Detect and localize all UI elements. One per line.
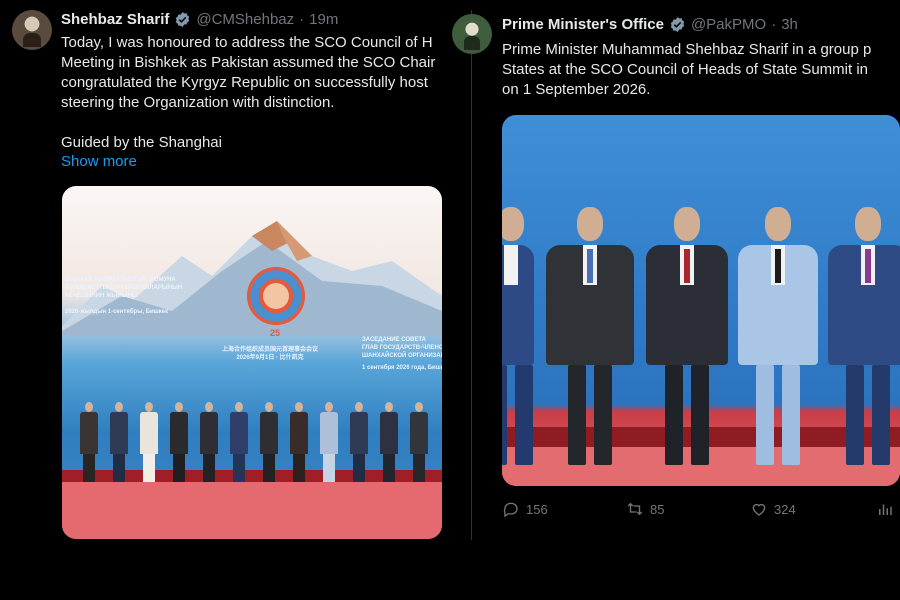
repost-icon: [627, 502, 643, 516]
sco-emblem: [246, 266, 306, 326]
column-divider: [471, 10, 472, 540]
handle[interactable]: @CMShehbaz: [196, 11, 294, 28]
delegate-figure: [828, 207, 900, 469]
red-carpet: [62, 482, 442, 539]
delegate-figure: [168, 402, 190, 486]
repost-count: 85: [650, 501, 665, 517]
tweet-text-line: on 1 September 2026.: [502, 81, 651, 98]
display-name[interactable]: Shehbaz Sharif: [61, 11, 169, 28]
tweet-text-line: Prime Minister Muhammad Shehbaz Sharif i…: [502, 41, 872, 58]
tweet-text: Prime Minister Muhammad Shehbaz Sharif i…: [502, 40, 871, 100]
delegate-figure: [646, 207, 728, 469]
banner-text-center: 上海合作组织成员国元首理事会会议 2026年9月1日 · 比什凯克: [222, 347, 319, 361]
banner-text-right: ЗАСЕДАНИЕ СОВЕТА ГЛАВ ГОСУДАРСТВ-ЧЛЕНОВ …: [362, 337, 442, 371]
separator-dot: ·: [771, 16, 777, 33]
reply-count: 156: [526, 501, 548, 517]
verified-badge-icon: [669, 16, 686, 33]
delegate-figure: [408, 402, 430, 486]
like-button[interactable]: 324: [750, 500, 796, 518]
show-more-link[interactable]: Show more: [61, 153, 137, 170]
tweet-photo[interactable]: [502, 115, 900, 486]
delegate-figure: [502, 207, 534, 469]
delegate-figure: [378, 402, 400, 486]
delegate-figure: [546, 207, 634, 469]
tweet-text-line: Guided by the Shanghai: [61, 134, 222, 151]
display-name[interactable]: Prime Minister's Office: [502, 16, 664, 33]
tweet-header: Shehbaz Sharif @CMShehbaz · 19m: [61, 11, 338, 28]
tweet-actions: 156 85 324: [502, 500, 900, 522]
separator-dot: ·: [299, 11, 305, 28]
like-count: 324: [774, 501, 796, 517]
delegate-figure: [108, 402, 130, 486]
tweet-text-line: Meeting in Bishkek as Pakistan assumed t…: [61, 54, 436, 71]
tweet-photo[interactable]: 25 ШАНХАЙ КЫЗМАТТАШТЫК УЮМУНА МАМЛЕКЕТТЕ…: [62, 186, 442, 539]
reply-icon: [503, 502, 518, 518]
tweet-text: Today, I was honoured to address the SCO…: [61, 33, 435, 153]
timestamp[interactable]: 3h: [781, 16, 798, 33]
emblem-number: 25: [270, 328, 281, 338]
delegate-figure: [318, 402, 340, 486]
tweet-text-line: congratulated the Kyrgyz Republic on suc…: [61, 74, 428, 91]
views-button[interactable]: [876, 500, 894, 518]
delegate-figure: [258, 402, 280, 486]
tweet-text-line: Today, I was honoured to address the SCO…: [61, 34, 433, 51]
delegate-figure: [738, 207, 818, 469]
repost-button[interactable]: 85: [626, 500, 664, 518]
delegate-figure: [198, 402, 220, 486]
delegate-figure: [138, 402, 160, 486]
verified-badge-icon: [174, 11, 191, 28]
heart-icon: [752, 503, 766, 516]
reply-button[interactable]: 156: [502, 500, 548, 518]
handle[interactable]: @PakPMO: [691, 16, 766, 33]
timestamp[interactable]: 19m: [309, 11, 338, 28]
banner-text-left: ШАНХАЙ КЫЗМАТТАШТЫК УЮМУНА МАМЛЕКЕТТЕРДИ…: [65, 277, 183, 315]
avatar[interactable]: [12, 10, 52, 50]
delegate-figure: [348, 402, 370, 486]
tweet-header: Prime Minister's Office @PakPMO · 3h: [502, 16, 798, 33]
delegate-figure: [78, 402, 100, 486]
delegate-figure: [228, 402, 250, 486]
views-chart-icon: [879, 504, 892, 515]
avatar[interactable]: [452, 14, 492, 54]
tweet-text-line: States at the SCO Council of Heads of St…: [502, 61, 869, 78]
delegate-figure: [288, 402, 310, 486]
tweet-text-line: steering the Organization with distincti…: [61, 94, 335, 111]
